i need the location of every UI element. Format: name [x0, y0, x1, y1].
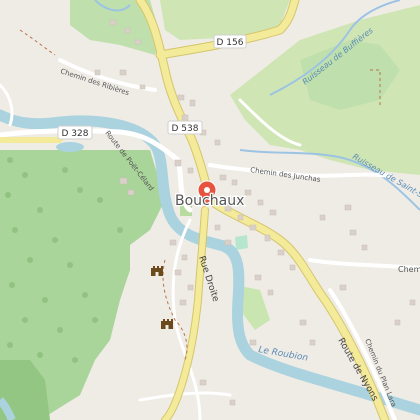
map-view[interactable]: D 156 D 538 D 328 Bouchaux Chemin des Ri…: [0, 0, 420, 420]
map-canvas[interactable]: D 156 D 538 D 328 Bouchaux Chemin des Ri…: [0, 0, 420, 420]
pond: [56, 142, 84, 152]
road-shield-label: D 328: [62, 129, 89, 139]
road-shield-d156: D 156: [213, 34, 247, 49]
road-label-chem: Chem: [398, 265, 420, 274]
road-shield-label: D 538: [172, 124, 199, 134]
town-label: Bouchaux: [175, 193, 244, 209]
green-patch: [235, 235, 248, 250]
road-shield-d328: D 328: [57, 125, 93, 140]
road-shield-label: D 156: [217, 38, 244, 48]
road-shield-d538: D 538: [167, 120, 203, 135]
